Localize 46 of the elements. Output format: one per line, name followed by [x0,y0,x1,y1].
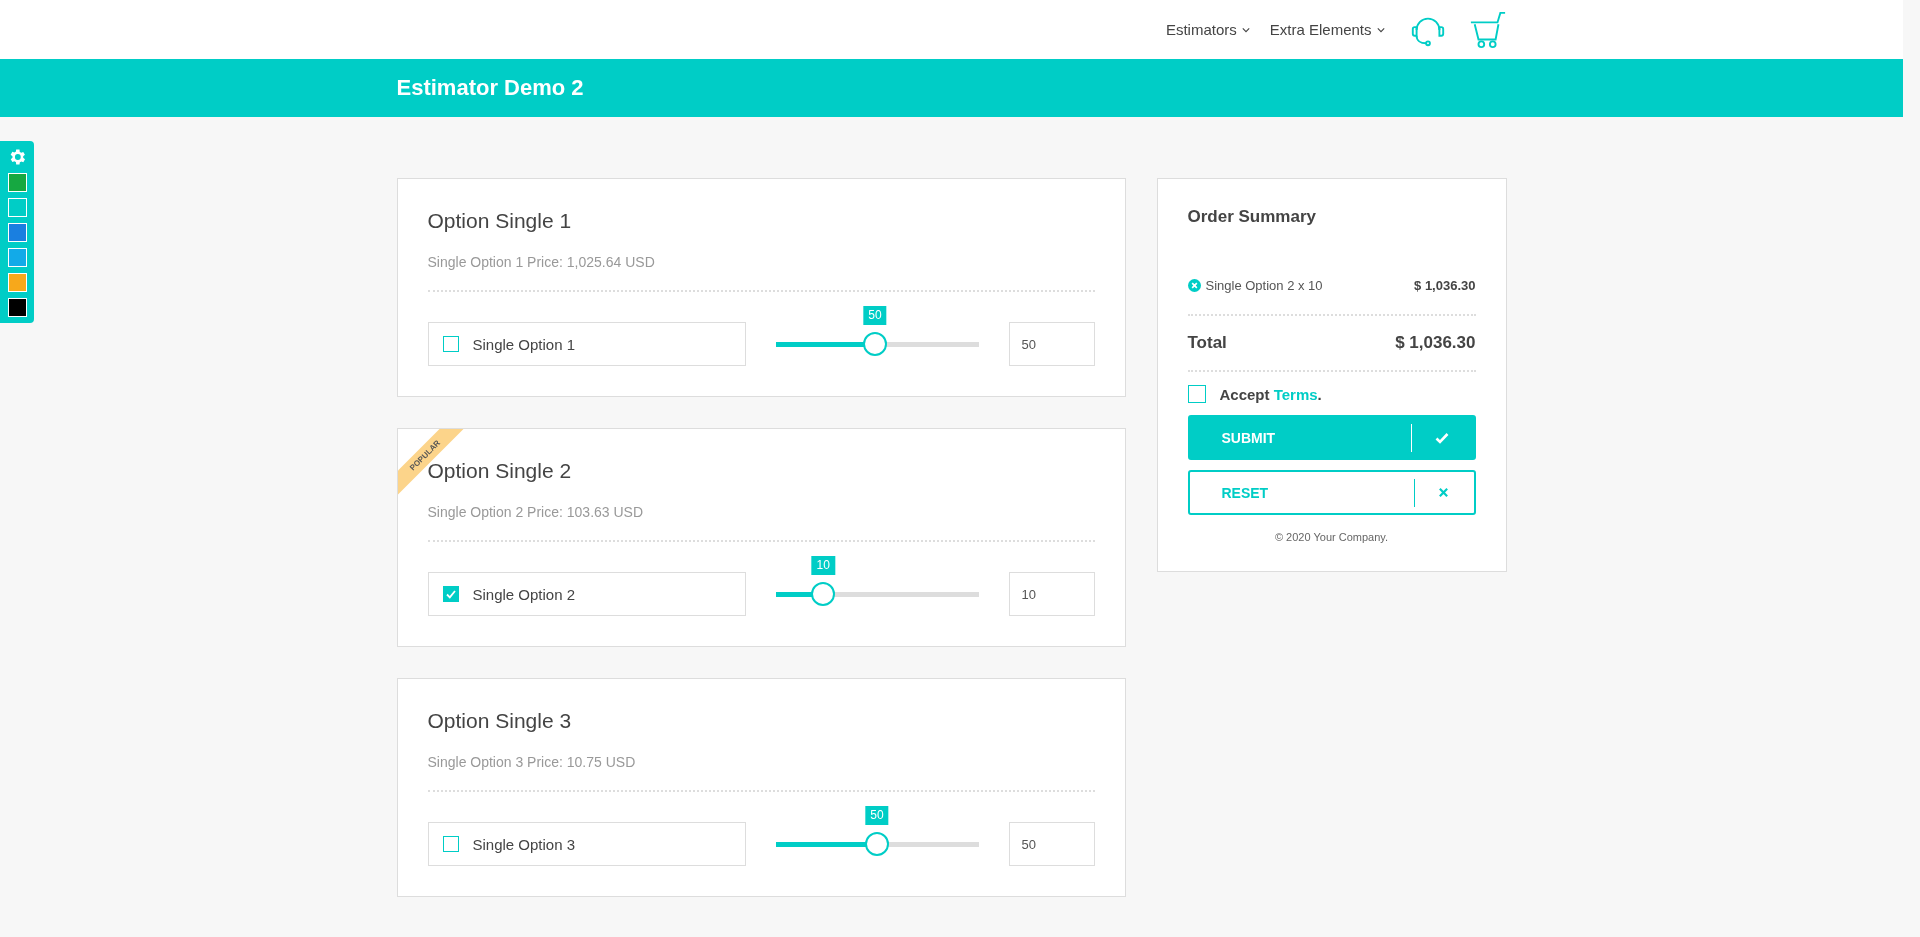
checkbox[interactable] [442,836,459,852]
color-swatch[interactable] [7,298,27,317]
summary-item-name: Single Option 2 x 10 [1205,278,1323,293]
total-amount: $ 1,036.30 [1395,333,1476,353]
nav-menu-link[interactable]: Extra Elements [1269,21,1385,38]
color-swatch[interactable] [7,248,27,267]
page-title: Estimator Demo 2 [396,75,584,101]
option-checkbox-field[interactable]: Single Option 2 [427,572,746,616]
summary-item-amount: $ 1,036.30 [1414,278,1476,293]
color-swatch[interactable] [7,223,27,242]
quantity-input[interactable]: 50 [1008,322,1095,366]
color-swatch[interactable] [7,273,27,292]
remove-icon[interactable] [1187,279,1201,292]
chevron-down-icon [1376,26,1385,33]
checkbox-label: Single Option 1 [472,335,576,353]
color-swatch[interactable] [7,173,27,192]
slider-handle[interactable] [811,581,836,606]
checkbox-label: Single Option 3 [472,835,576,853]
copyright-text: © 2020 Your Company. [1273,531,1390,543]
color-swatch[interactable] [7,198,27,217]
option-checkbox-field[interactable]: Single Option 1 [427,322,746,366]
option-price: Single Option 3 Price: 10.75 USD [427,754,637,770]
slider-value-tooltip: 50 [863,305,887,325]
option-price: Single Option 1 Price: 1,025.64 USD [427,254,656,270]
shopping-cart-icon[interactable] [1468,10,1507,49]
summary-title: Order Summary [1187,207,1317,227]
option-title: Option Single 1 [427,209,573,233]
nav-menu-link[interactable]: Estimators [1165,21,1250,38]
slider-value-tooltip: 50 [865,805,889,825]
option-checkbox-field[interactable]: Single Option 3 [427,822,746,866]
quantity-input[interactable]: 10 [1008,572,1095,616]
slider-value-tooltip: 10 [811,555,835,575]
slider-handle[interactable] [862,331,887,356]
total-label: Total [1187,333,1227,353]
quantity-input[interactable]: 50 [1008,822,1095,866]
accept-terms-text: Accept Terms. [1219,385,1322,403]
checkbox[interactable] [442,586,459,602]
option-title: Option Single 3 [427,709,573,733]
slider-handle[interactable] [865,831,889,856]
accept-checkbox[interactable] [1187,385,1206,403]
close-icon [1437,487,1449,498]
checkmark-icon [1434,431,1449,444]
chevron-down-icon [1241,26,1250,33]
checkbox[interactable] [442,336,459,352]
option-price: Single Option 2 Price: 103.63 USD [427,504,645,520]
checkbox-label: Single Option 2 [472,585,576,603]
